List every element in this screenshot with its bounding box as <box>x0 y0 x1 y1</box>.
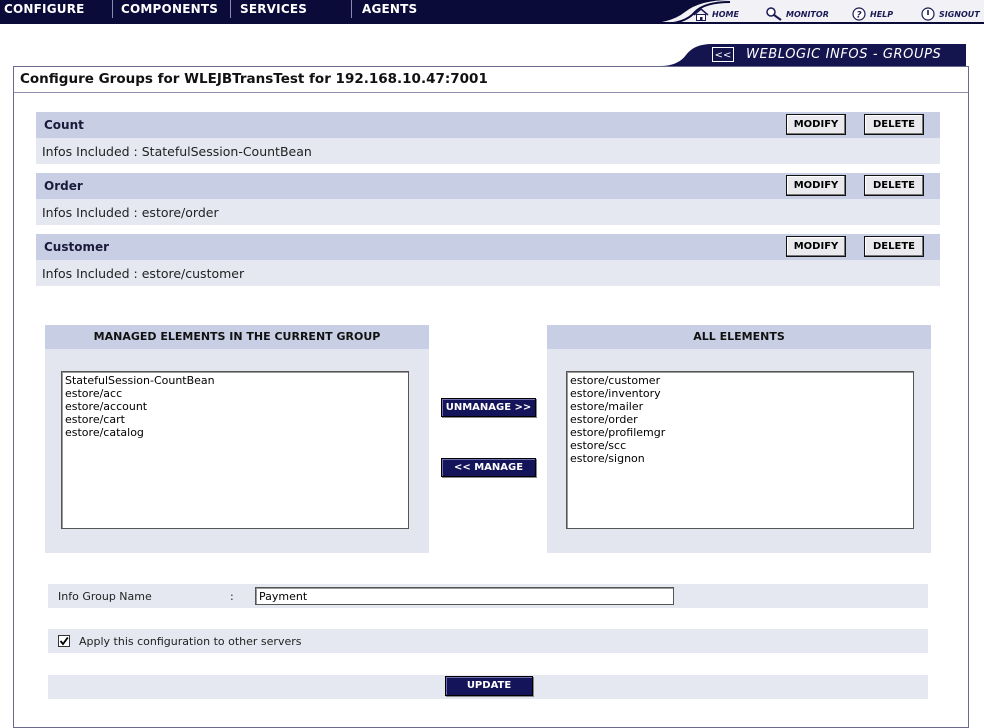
group-name: Customer <box>44 240 110 254</box>
list-item[interactable]: estore/signon <box>570 452 910 465</box>
managed-elements-list[interactable]: StatefulSession-CountBean estore/acc est… <box>61 371 409 529</box>
banner-title: WEBLOGIC INFOS - GROUPS <box>746 47 942 62</box>
list-item[interactable]: estore/profilemgr <box>570 426 910 439</box>
group-header: Customer MODIFY DELETE <box>36 234 940 260</box>
apply-row: Apply this configuration to other server… <box>48 629 928 653</box>
unmanage-button[interactable]: UNMANAGE >> <box>441 398 536 417</box>
main-panel: Configure Groups for WLEJBTransTest for … <box>13 66 969 728</box>
managed-elements-title: MANAGED ELEMENTS IN THE CURRENT GROUP <box>45 325 429 349</box>
delete-button[interactable]: DELETE <box>864 114 924 135</box>
modify-button[interactable]: MODIFY <box>786 175 846 196</box>
group-name: Order <box>44 179 83 193</box>
collapse-button[interactable]: << <box>712 47 734 62</box>
power-icon <box>921 7 935 21</box>
group-info: Infos Included : estore/customer <box>42 266 245 281</box>
svg-text:?: ? <box>856 11 861 21</box>
update-button[interactable]: UPDATE <box>445 676 533 696</box>
list-item[interactable]: estore/cart <box>65 413 405 426</box>
menu-separator <box>351 0 352 18</box>
menu-services[interactable]: SERVICES <box>240 0 307 18</box>
group-header: Order MODIFY DELETE <box>36 173 940 199</box>
top-navigation-bar: CONFIGURE COMPONENTS SERVICES AGENTS HOM… <box>0 0 984 24</box>
group-header: Count MODIFY DELETE <box>36 112 940 138</box>
list-item[interactable]: estore/customer <box>570 374 910 387</box>
main-menu-bar: CONFIGURE COMPONENTS SERVICES AGENTS <box>0 0 680 24</box>
manage-button[interactable]: << MANAGE <box>441 458 536 477</box>
group-name: Count <box>44 118 84 132</box>
modify-button[interactable]: MODIFY <box>786 236 846 257</box>
modify-button[interactable]: MODIFY <box>786 114 846 135</box>
signout-label: SIGNOUT <box>939 9 980 19</box>
section-banner: << WEBLOGIC INFOS - GROUPS <box>660 44 966 66</box>
home-icon <box>693 8 709 21</box>
group-details: Infos Included : StatefulSession-CountBe… <box>36 138 940 164</box>
group-info: Infos Included : estore/order <box>42 205 219 220</box>
apply-checkbox[interactable] <box>58 635 70 647</box>
monitor-link[interactable]: MONITOR <box>765 7 829 21</box>
list-item[interactable]: StatefulSession-CountBean <box>65 374 405 387</box>
list-item[interactable]: estore/catalog <box>65 426 405 439</box>
menu-components[interactable]: COMPONENTS <box>121 0 218 18</box>
title-divider <box>14 92 968 93</box>
update-row: UPDATE <box>48 675 928 699</box>
help-label: HELP <box>870 9 894 19</box>
list-item[interactable]: estore/order <box>570 413 910 426</box>
help-icon: ? <box>852 7 866 21</box>
menu-separator <box>112 0 113 18</box>
group-name-row: Info Group Name : <box>48 584 928 608</box>
monitor-label: MONITOR <box>786 9 829 19</box>
list-item[interactable]: estore/inventory <box>570 387 910 400</box>
home-link[interactable]: HOME <box>693 7 739 21</box>
delete-button[interactable]: DELETE <box>864 236 924 257</box>
group-name-label: Info Group Name <box>58 590 152 603</box>
menu-separator <box>230 0 231 18</box>
group-info: Infos Included : StatefulSession-CountBe… <box>42 144 312 159</box>
menu-agents[interactable]: AGENTS <box>362 0 417 18</box>
menu-configure[interactable]: CONFIGURE <box>4 0 85 18</box>
group-details: Infos Included : estore/order <box>36 199 940 225</box>
signout-link[interactable]: SIGNOUT <box>921 7 980 21</box>
checkmark-icon <box>59 636 69 646</box>
all-elements-title: ALL ELEMENTS <box>547 325 931 349</box>
delete-button[interactable]: DELETE <box>864 175 924 196</box>
magnifier-icon <box>766 7 782 21</box>
list-item[interactable]: estore/mailer <box>570 400 910 413</box>
home-label: HOME <box>712 9 739 19</box>
all-elements-box: ALL ELEMENTS estore/customer estore/inve… <box>547 325 931 553</box>
group-name-input[interactable] <box>255 587 674 605</box>
page-title: Configure Groups for WLEJBTransTest for … <box>20 71 488 87</box>
label-colon: : <box>230 590 234 603</box>
managed-elements-box: MANAGED ELEMENTS IN THE CURRENT GROUP St… <box>45 325 429 553</box>
apply-label: Apply this configuration to other server… <box>79 635 302 648</box>
group-details: Infos Included : estore/customer <box>36 260 940 286</box>
list-item[interactable]: estore/account <box>65 400 405 413</box>
all-elements-list[interactable]: estore/customer estore/inventory estore/… <box>566 371 914 529</box>
list-item[interactable]: estore/acc <box>65 387 405 400</box>
help-link[interactable]: ? HELP <box>852 7 893 21</box>
list-item[interactable]: estore/scc <box>570 439 910 452</box>
